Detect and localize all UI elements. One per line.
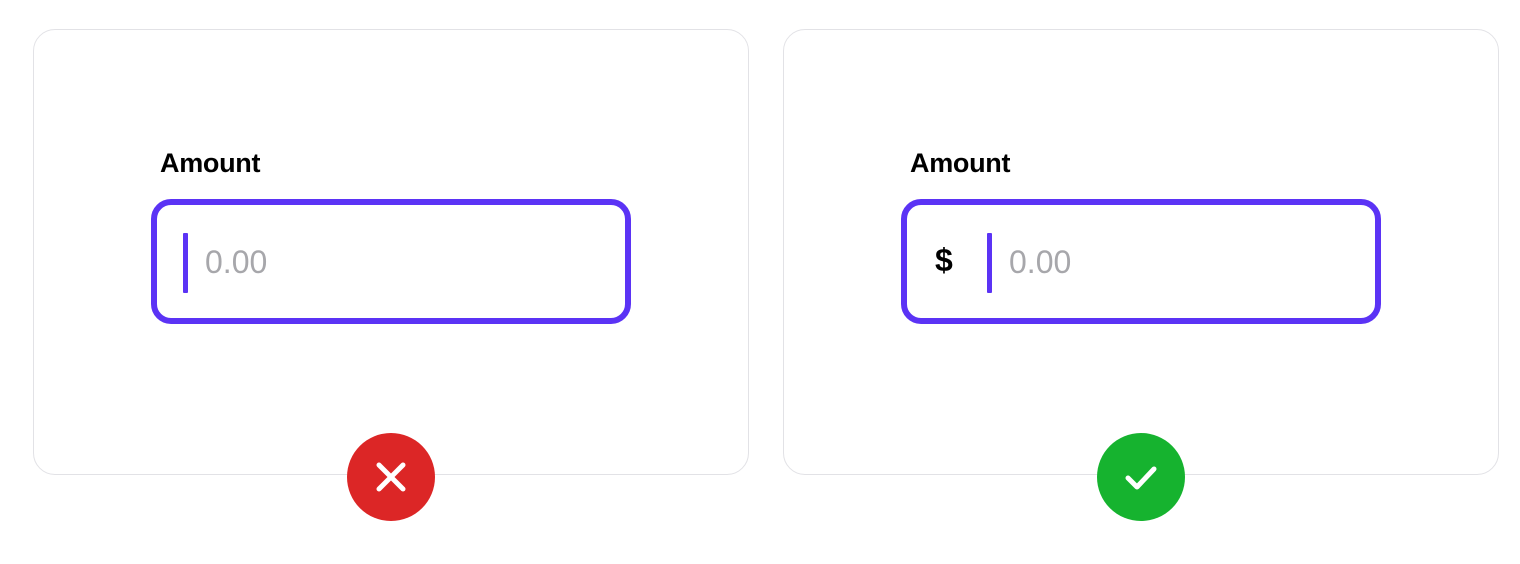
check-icon — [1125, 466, 1157, 490]
amount-label: Amount — [160, 148, 261, 178]
incorrect-badge — [347, 433, 435, 521]
amount-placeholder: 0.00 — [205, 244, 268, 280]
amount-input[interactable]: 0.00 — [151, 199, 631, 324]
good-example-card: Amount $ 0.00 — [783, 29, 1499, 475]
text-caret — [183, 233, 188, 293]
correct-badge — [1097, 433, 1185, 521]
amount-input-with-prefix[interactable]: $ 0.00 — [901, 199, 1381, 324]
currency-prefix: $ — [935, 242, 953, 278]
text-caret — [987, 233, 992, 293]
bad-example-card: Amount 0.00 — [33, 29, 749, 475]
amount-label: Amount — [910, 148, 1011, 178]
close-icon — [376, 462, 406, 492]
amount-placeholder: 0.00 — [1009, 244, 1072, 280]
